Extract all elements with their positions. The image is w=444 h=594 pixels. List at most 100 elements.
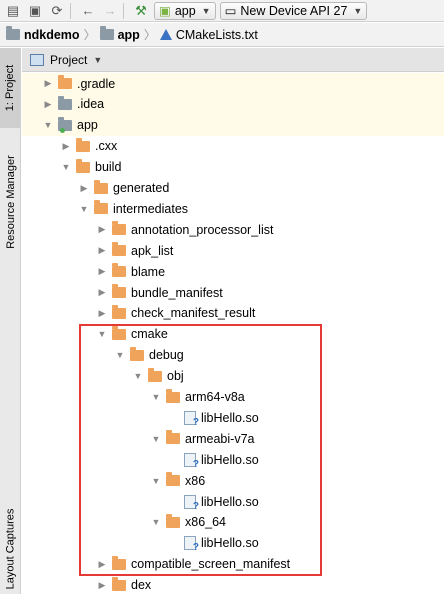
collapse-arrow-icon[interactable]: ▶ [60, 141, 72, 152]
forward-arrow-icon[interactable]: → [101, 2, 119, 20]
tab-project[interactable]: 1: Project [0, 48, 21, 128]
tree-row[interactable]: ▶ .idea [22, 93, 444, 115]
tree-row[interactable]: ▼ x86_64 [22, 512, 444, 533]
expand-arrow-icon[interactable]: ▼ [114, 350, 126, 360]
tree-row[interactable]: libHello.so [22, 491, 444, 512]
expand-arrow-icon[interactable]: ▼ [78, 204, 90, 214]
tree-row[interactable]: ▼ x86 [22, 470, 444, 491]
chevron-down-icon: ▼ [93, 54, 103, 65]
tree-row[interactable]: ▼ app [22, 114, 444, 136]
breadcrumb-item-module[interactable]: app [99, 26, 140, 42]
project-view-selector[interactable]: Project ▼ [22, 48, 444, 72]
device-icon: ▭ [224, 4, 237, 18]
tree-item-label: intermediates [113, 201, 189, 216]
tree-row[interactable]: ▶ .gradle [22, 73, 444, 94]
tree-item-label: obj [167, 369, 184, 384]
unknown-file-icon [184, 494, 199, 512]
collapse-arrow-icon[interactable]: ▶ [96, 266, 108, 277]
tree-row[interactable]: ▶ annotation_processor_list [22, 219, 444, 240]
tree-row[interactable]: ▶ apk_list [22, 240, 444, 261]
folder-icon [112, 242, 126, 257]
breadcrumb: ndkdemo 〉 app 〉 CMakeLists.txt [0, 23, 444, 47]
expand-arrow-icon[interactable]: ▼ [150, 517, 162, 527]
tree-item-label: armeabi-v7a [185, 431, 255, 446]
folder-icon [112, 555, 126, 570]
chevron-down-icon: ▼ [353, 5, 363, 16]
expand-arrow-icon[interactable]: ▼ [150, 476, 162, 486]
folder-icon [166, 388, 180, 403]
folder-icon [166, 430, 180, 445]
tree-item-label: .gradle [77, 76, 116, 91]
collapse-arrow-icon[interactable]: ▶ [42, 99, 54, 110]
collapse-arrow-icon[interactable]: ▶ [42, 78, 54, 89]
folder-icon [76, 137, 90, 152]
folder-icon [166, 472, 180, 487]
collapse-arrow-icon[interactable]: ▶ [96, 308, 108, 319]
main-toolbar: ▤ ▣ ⟳ ← → ⚒ ▣ app ▼ ▭ New Device API 27 … [0, 0, 444, 22]
expand-arrow-icon[interactable]: ▼ [42, 120, 54, 130]
save-icon[interactable]: ▣ [26, 2, 44, 20]
tree-row[interactable]: ▶ generated [22, 178, 444, 199]
tab-resource-manager[interactable]: Resource Manager [0, 140, 21, 264]
folder-icon [94, 200, 108, 215]
tree-row[interactable]: ▼ arm64-v8a [22, 387, 444, 408]
tree-item-label: app [77, 118, 98, 133]
sync-icon[interactable]: ⟳ [48, 2, 66, 20]
breadcrumb-item-file[interactable]: CMakeLists.txt [159, 28, 258, 42]
expand-arrow-icon[interactable]: ▼ [150, 392, 162, 402]
folder-icon [76, 158, 90, 173]
tree-item-label: check_manifest_result [131, 306, 256, 321]
toolbar-divider [123, 2, 124, 19]
tree-row[interactable]: ▶ dex [22, 575, 444, 594]
toolbar-divider [70, 2, 71, 19]
project-window-icon [30, 53, 44, 66]
folder-icon [148, 367, 162, 382]
tree-item-label: libHello.so [201, 536, 259, 551]
tree-row[interactable]: libHello.so [22, 407, 444, 428]
expand-arrow-icon[interactable]: ▼ [150, 434, 162, 444]
folder-open-icon[interactable]: ▤ [4, 2, 22, 20]
folder-icon [94, 179, 108, 194]
run-config-label: app [174, 3, 196, 18]
project-tree: ▶ .gradle ▶ .idea ▼ app ▶ .cxx ▼ build ▶ generated ▼… [22, 73, 444, 594]
folder-icon [99, 26, 114, 40]
tree-row[interactable]: ▼ armeabi-v7a [22, 428, 444, 449]
tree-row[interactable]: ▶ check_manifest_result [22, 303, 444, 324]
collapse-arrow-icon[interactable]: ▶ [78, 183, 90, 194]
tree-row[interactable]: ▼ intermediates [22, 198, 444, 219]
collapse-arrow-icon[interactable]: ▶ [96, 559, 108, 570]
collapse-arrow-icon[interactable]: ▶ [96, 224, 108, 235]
tree-row[interactable]: ▼ debug [22, 345, 444, 366]
device-select[interactable]: ▭ New Device API 27 ▼ [219, 1, 368, 20]
folder-icon [58, 95, 72, 110]
tree-row[interactable]: ▼ cmake [22, 324, 444, 345]
tree-item-label: libHello.so [201, 410, 259, 425]
tree-row[interactable]: ▶ compatible_screen_manifest [22, 554, 444, 575]
breadcrumb-item-project[interactable]: ndkdemo [6, 26, 80, 42]
collapse-arrow-icon[interactable]: ▶ [96, 580, 108, 591]
folder-icon [166, 513, 180, 528]
tree-row[interactable]: libHello.so [22, 533, 444, 554]
tree-item-label: generated [113, 181, 170, 195]
folder-icon [130, 346, 144, 361]
run-config-select[interactable]: ▣ app ▼ [154, 1, 216, 20]
tree-row[interactable]: libHello.so [22, 449, 444, 470]
folder-icon [6, 26, 20, 40]
tree-row[interactable]: ▶ bundle_manifest [22, 282, 444, 303]
expand-arrow-icon[interactable]: ▼ [132, 371, 144, 381]
collapse-arrow-icon[interactable]: ▶ [96, 245, 108, 256]
tree-item-label: .idea [77, 97, 105, 112]
unknown-file-icon [184, 452, 199, 470]
tree-row[interactable]: ▶ .cxx [22, 136, 444, 157]
build-hammer-icon[interactable]: ⚒ [132, 2, 150, 20]
expand-arrow-icon[interactable]: ▼ [60, 162, 72, 172]
back-arrow-icon[interactable]: ← [79, 2, 97, 20]
tree-row[interactable]: ▼ build [22, 157, 444, 178]
expand-arrow-icon[interactable]: ▼ [96, 329, 108, 339]
module-folder-icon [58, 116, 72, 133]
tree-row[interactable]: ▼ obj [22, 366, 444, 387]
tree-row[interactable]: ▶ blame [22, 261, 444, 282]
tab-layout-captures[interactable]: Layout Captures [0, 504, 21, 594]
collapse-arrow-icon[interactable]: ▶ [96, 287, 108, 298]
android-icon: ▣ [159, 4, 171, 18]
